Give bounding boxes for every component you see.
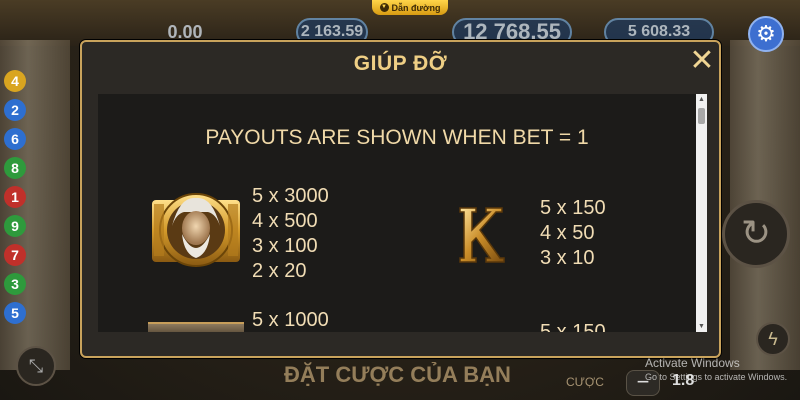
payout-header: PAYOUTS ARE SHOWN WHEN BET = 1 <box>205 126 589 149</box>
guide-button-label: Dẫn đường <box>391 2 441 13</box>
turbo-lightning-icon[interactable]: ϟ <box>756 322 790 356</box>
payline-number: 3 <box>4 273 26 295</box>
next-symbol-payouts: 5 x 150 <box>540 320 606 332</box>
bet-prompt: ĐẶT CƯỢC CỦA BẠN <box>284 362 511 387</box>
windows-activation-watermark: Activate Windows Go to Settings to activ… <box>645 356 787 384</box>
temple-payouts: 5 x 1000 <box>252 308 329 332</box>
payline-number: 7 <box>4 244 26 266</box>
payout-row: 3 x 100 <box>252 235 318 257</box>
guide-button[interactable]: ▼ Dẫn đường <box>372 0 448 15</box>
payline-number: 2 <box>4 99 26 121</box>
close-icon[interactable]: ✕ <box>688 46 716 76</box>
payline-number: 8 <box>4 157 26 179</box>
payout-row: 2 x 20 <box>252 260 307 282</box>
payline-number: 9 <box>4 215 26 237</box>
payline-number: 6 <box>4 128 26 150</box>
spin-button[interactable]: ↻ <box>722 200 790 268</box>
payout-row: 5 x 150 <box>540 197 606 219</box>
payout-row: 5 x 3000 <box>252 185 329 207</box>
payout-row: 5 x 1000 <box>252 309 329 331</box>
watermark-title: Activate Windows <box>645 356 740 370</box>
scroll-thumb[interactable] <box>698 108 705 124</box>
payline-number: 5 <box>4 302 26 324</box>
scrollbar[interactable]: ▲ ▼ <box>696 94 707 332</box>
modal-title: GIÚP ĐỠ <box>353 52 448 75</box>
zeus-symbol-icon <box>150 190 242 270</box>
king-k-payouts: 5 x 150 4 x 50 3 x 10 <box>540 196 606 271</box>
zeus-payouts: 5 x 3000 4 x 500 3 x 100 2 x 20 <box>252 184 329 284</box>
help-modal: GIÚP ĐỠ ✕ PAYOUTS ARE SHOWN WHEN BET = 1 <box>80 40 721 358</box>
payline-number: 4 <box>4 70 26 92</box>
watermark-subtitle: Go to Settings to activate Windows. <box>645 372 788 382</box>
collapse-arrows-icon[interactable]: ⤡ <box>16 346 56 386</box>
paytable-content[interactable]: PAYOUTS ARE SHOWN WHEN BET = 1 5 x 3000 … <box>98 94 707 332</box>
scroll-down-arrow-icon[interactable]: ▼ <box>696 321 707 332</box>
refresh-icon: ↻ <box>740 212 772 253</box>
payout-row: 4 x 500 <box>252 210 318 232</box>
payout-row: 5 x 150 <box>540 321 606 332</box>
payout-row: 4 x 50 <box>540 222 595 244</box>
temple-symbol-icon <box>148 322 244 332</box>
payline-number: 1 <box>4 186 26 208</box>
payout-row: 3 x 10 <box>540 247 595 269</box>
chevron-down-icon: ▼ <box>379 3 389 12</box>
settings-gear-icon[interactable]: ⚙ <box>748 16 784 52</box>
bet-label: CƯỢC <box>566 375 604 389</box>
scroll-up-arrow-icon[interactable]: ▲ <box>696 94 707 105</box>
king-k-symbol-icon <box>456 204 506 266</box>
payline-indicators: 4 2 6 8 1 9 7 3 5 <box>4 70 28 324</box>
